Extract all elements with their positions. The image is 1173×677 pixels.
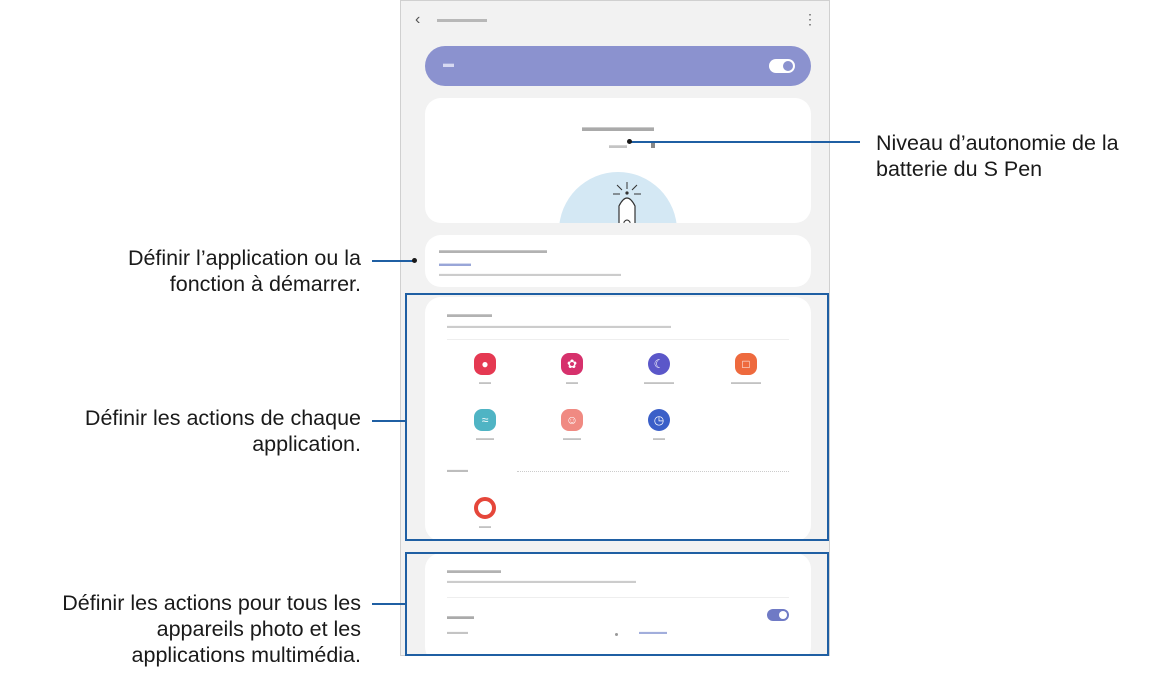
hold-callout-dot: [412, 258, 417, 263]
callout-line-2: application.: [252, 432, 361, 456]
app-actions-callout-line: [372, 420, 405, 422]
multimedia-highlight: [405, 552, 829, 656]
top-bar: ‹ ▬▬▬▬▬ ⋮: [401, 9, 829, 33]
callout-line-2: batterie du S Pen: [876, 157, 1043, 181]
callout-line-2: fonction à démarrer.: [169, 272, 361, 296]
callout-line-2: appareils photo et les: [156, 617, 361, 641]
hold-callout-line: [372, 260, 414, 262]
hold-pen-button-card[interactable]: ▬▬▬▬▬▬▬▬▬▬▬▬ ▬▬▬▬ ▬▬▬▬▬▬▬▬▬▬▬▬▬▬▬▬▬▬▬▬▬▬…: [425, 235, 811, 287]
callout-line-1: Niveau d’autonomie de la: [876, 131, 1119, 155]
hold-pen-value: ▬▬▬▬: [439, 259, 471, 268]
app-actions-highlight: [405, 293, 829, 541]
toggle-knob: [783, 61, 793, 71]
hold-pen-title: ▬▬▬▬▬▬▬▬▬▬▬▬: [439, 245, 547, 255]
multimedia-callout-line: [372, 603, 405, 605]
callout-line-1: Définir l’application ou la: [127, 246, 361, 270]
s-pen-icon: [613, 182, 641, 223]
callout-line-1: Définir les actions pour tous les: [62, 591, 361, 615]
hold-pen-description: ▬▬▬▬▬▬▬▬▬▬▬▬▬▬▬▬▬▬▬▬▬▬▬▬▬▬: [439, 271, 621, 278]
multimedia-callout: Définir les actions pour tous les appare…: [62, 590, 361, 668]
master-toggle[interactable]: [769, 59, 795, 73]
pen-status-card: ▬▬▬▬▬▬ ▬▬: [425, 98, 811, 223]
callout-line-1: Définir les actions de chaque: [84, 406, 361, 430]
app-actions-callout: Définir les actions de chaque applicatio…: [85, 405, 361, 457]
page-title: ▬▬▬▬▬: [437, 14, 487, 25]
master-switch-label: ▬: [443, 58, 454, 70]
chevron-left-icon[interactable]: ‹: [415, 11, 420, 29]
hold-callout: Définir l’application ou la fonction à d…: [128, 245, 361, 297]
battery-callout-line: [629, 141, 860, 143]
battery-callout: Niveau d’autonomie de la batterie du S P…: [876, 130, 1119, 182]
master-switch-bar[interactable]: ▬: [425, 46, 811, 86]
battery-callout-dot: [627, 139, 632, 144]
pen-status-title: ▬▬▬▬▬▬: [582, 120, 654, 134]
more-options-icon[interactable]: ⋮: [803, 11, 817, 28]
callout-line-3: applications multimédia.: [131, 643, 361, 667]
